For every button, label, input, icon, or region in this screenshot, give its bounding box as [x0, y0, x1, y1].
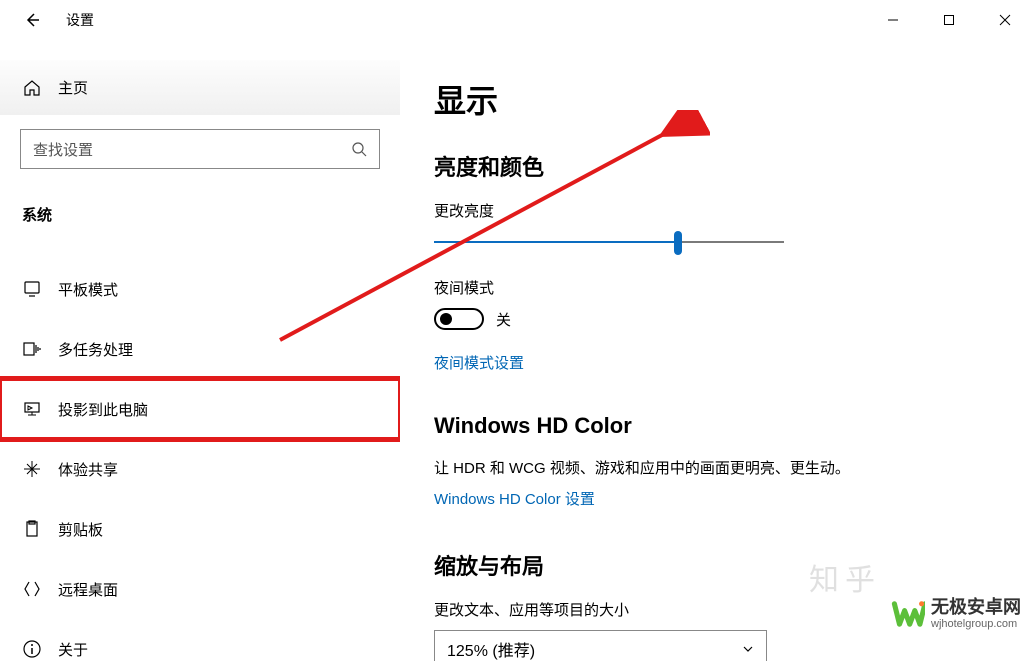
back-button[interactable] — [18, 6, 46, 34]
sidebar-item-label: 多任务处理 — [58, 339, 133, 360]
sidebar-item-label: 远程桌面 — [58, 579, 118, 600]
slider-track-active — [434, 241, 678, 243]
minimize-button[interactable] — [865, 0, 921, 40]
night-mode-toggle[interactable] — [434, 308, 484, 330]
search-input[interactable]: 查找设置 — [20, 129, 380, 169]
remote-desktop-icon — [22, 579, 54, 599]
sidebar: 主页 查找设置 系统 平板模式 多任务处理 — [0, 40, 400, 661]
titlebar: 设置 — [0, 0, 1033, 40]
sidebar-item-label: 剪贴板 — [58, 519, 103, 540]
window-controls — [865, 0, 1033, 40]
brightness-label: 更改亮度 — [434, 200, 999, 221]
window-title: 设置 — [66, 10, 94, 30]
shared-experience-icon — [22, 459, 54, 479]
sidebar-item-label: 关于 — [58, 639, 88, 660]
chevron-down-icon — [742, 643, 754, 655]
clipboard-icon — [22, 519, 54, 539]
hd-color-settings-link[interactable]: Windows HD Color 设置 — [434, 488, 595, 509]
scale-section-title: 缩放与布局 — [434, 549, 999, 581]
maximize-icon — [943, 14, 955, 26]
tablet-icon — [22, 279, 54, 299]
minimize-icon — [887, 14, 899, 26]
sidebar-item-remote[interactable]: 远程桌面 — [0, 559, 400, 619]
sidebar-item-multitask[interactable]: 多任务处理 — [0, 319, 400, 379]
project-icon — [22, 399, 54, 419]
slider-track-inactive — [678, 241, 784, 243]
brightness-section-title: 亮度和颜色 — [434, 150, 999, 182]
close-icon — [999, 14, 1011, 26]
hd-color-description: 让 HDR 和 WCG 视频、游戏和应用中的画面更明亮、更生动。 — [434, 457, 999, 478]
home-nav[interactable]: 主页 — [0, 60, 400, 115]
sidebar-item-about[interactable]: 关于 — [0, 619, 400, 661]
sidebar-item-label: 投影到此电脑 — [58, 399, 148, 420]
sidebar-item-clipboard[interactable]: 剪贴板 — [0, 499, 400, 559]
content-area: 显示 亮度和颜色 更改亮度 夜间模式 关 夜间模式设置 Windows HD C… — [400, 40, 1033, 661]
about-icon — [22, 639, 54, 659]
search-icon — [351, 141, 367, 157]
sidebar-section-label: 系统 — [0, 169, 400, 239]
sidebar-item-project[interactable]: 投影到此电脑 — [0, 379, 400, 439]
night-mode-settings-link[interactable]: 夜间模式设置 — [434, 352, 524, 373]
scale-label: 更改文本、应用等项目的大小 — [434, 599, 999, 620]
sidebar-item-shared[interactable]: 体验共享 — [0, 439, 400, 499]
scale-dropdown-value: 125% (推荐) — [447, 637, 535, 661]
search-placeholder: 查找设置 — [33, 139, 351, 160]
sidebar-item-tablet[interactable]: 平板模式 — [0, 259, 400, 319]
home-label: 主页 — [58, 77, 88, 98]
night-mode-label: 夜间模式 — [434, 277, 999, 298]
toggle-knob — [440, 313, 452, 325]
maximize-button[interactable] — [921, 0, 977, 40]
night-mode-state: 关 — [496, 309, 511, 330]
brightness-slider[interactable] — [434, 231, 784, 255]
sidebar-item-label: 体验共享 — [58, 459, 118, 480]
scale-dropdown[interactable]: 125% (推荐) — [434, 630, 767, 661]
close-button[interactable] — [977, 0, 1033, 40]
hd-color-title: Windows HD Color — [434, 413, 999, 439]
home-icon — [22, 78, 54, 98]
sidebar-item-label: 平板模式 — [58, 279, 118, 300]
multitask-icon — [22, 339, 54, 359]
slider-thumb[interactable] — [674, 231, 682, 255]
page-title: 显示 — [434, 76, 999, 122]
back-arrow-icon — [23, 11, 41, 29]
